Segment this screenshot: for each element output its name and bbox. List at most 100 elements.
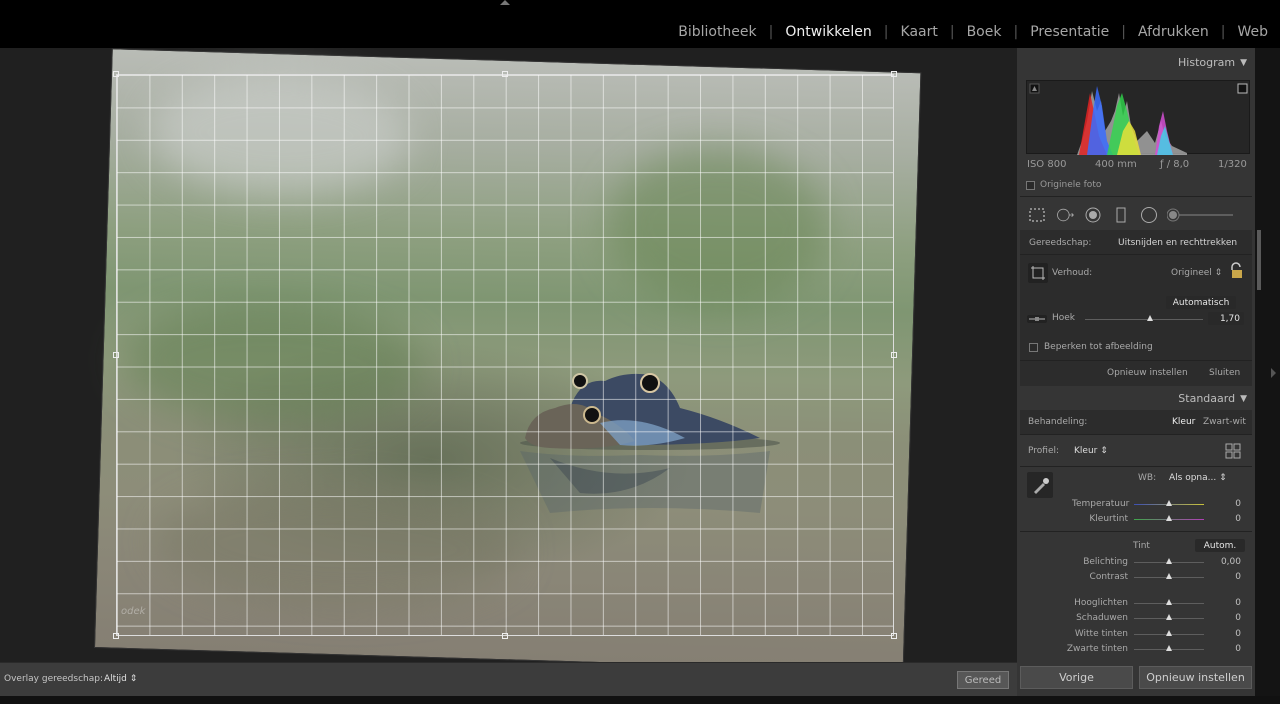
crop-handle-ml[interactable] [113,352,119,358]
highlight-clip-icon[interactable] [1237,83,1248,94]
crop-handle-tr[interactable] [891,71,897,77]
module-map[interactable]: Kaart [889,24,950,40]
graduated-filter-icon[interactable] [1111,205,1131,225]
module-library[interactable]: Bibliotheek [666,24,768,40]
angle-slider[interactable] [1085,319,1203,320]
crop-handle-br[interactable] [891,633,897,639]
radial-filter-icon[interactable] [1139,205,1159,225]
treatment-bw[interactable]: Zwart-wit [1203,417,1246,427]
temp-slider-thumb[interactable] [1166,500,1172,506]
done-button[interactable]: Gereed [957,671,1009,689]
right-panel-toggle-icon[interactable] [1271,368,1276,378]
whites-value[interactable]: 0 [1201,629,1241,639]
basic-header[interactable]: Standaard ▼ [1178,392,1247,405]
blacks-label: Zwarte tinten [1066,644,1128,654]
right-panel: Histogram ▼ ISO 800 400 mm ƒ / 8,0 1/320… [1017,48,1255,696]
temp-label: Temperatuur [1072,499,1130,509]
tint-value[interactable]: 0 [1201,514,1241,524]
level-tool-icon[interactable] [1026,310,1048,332]
wb-eyedropper-icon[interactable] [1026,471,1054,503]
contrast-label: Contrast [1089,572,1128,582]
original-photo-checkbox[interactable] [1026,180,1035,190]
crop-frame-icon[interactable] [1027,262,1049,288]
spot-removal-icon[interactable] [1055,205,1075,225]
module-print[interactable]: Afdrukken [1126,24,1221,40]
crop-close-button[interactable]: Sluiten [1209,368,1240,378]
shadows-slider-thumb[interactable] [1166,614,1172,620]
module-picker: Bibliotheek | Ontwikkelen | Kaart | Boek… [0,0,1280,48]
crop-handle-tl[interactable] [113,71,119,77]
whites-slider-thumb[interactable] [1166,630,1172,636]
histogram-graph [1029,83,1248,155]
image-canvas: odek [0,48,1017,662]
profile-browser-icon[interactable] [1225,443,1241,463]
updown-icon: ⇕ [1100,446,1108,456]
updown-icon: ⇕ [1219,473,1227,483]
module-develop[interactable]: Ontwikkelen [773,24,883,40]
crop-handle-bc[interactable] [502,633,508,639]
crop-handle-bl[interactable] [113,633,119,639]
highlights-value[interactable]: 0 [1201,598,1241,608]
red-eye-icon[interactable] [1083,205,1103,225]
highlights-slider-thumb[interactable] [1166,599,1172,605]
wb-label: WB: [1138,473,1157,483]
exposure-label: Belichting [1083,557,1128,567]
angle-label: Hoek [1052,313,1076,323]
tint-slider-thumb[interactable] [1166,515,1172,521]
adjustment-brush-icon[interactable] [1167,205,1237,225]
shadows-value[interactable]: 0 [1201,613,1241,623]
module-slideshow[interactable]: Presentatie [1018,24,1121,40]
blacks-value[interactable]: 0 [1201,644,1241,654]
updown-icon: ⇕ [129,674,138,684]
angle-slider-thumb[interactable] [1146,315,1153,321]
toolbar: Overlay gereedschap: Altijd ⇕ Gereed [0,662,1017,696]
histogram-focal: 400 mm [1095,159,1137,170]
module-book[interactable]: Boek [955,24,1014,40]
histogram[interactable] [1026,80,1250,155]
constrain-checkbox[interactable] [1029,343,1038,352]
crop-handle-tc[interactable] [502,71,508,77]
histogram-iso: ISO 800 [1027,159,1067,170]
crop-reset-button[interactable]: Opnieuw instellen [1107,368,1188,378]
exposure-value[interactable]: 0,00 [1201,557,1241,567]
treatment-color[interactable]: Kleur [1172,417,1195,427]
original-photo-toggle[interactable]: Originele foto [1026,180,1101,190]
angle-value[interactable]: 1,70 [1208,312,1244,325]
tool-label: Gereedschap: [1029,238,1092,248]
treatment-label: Behandeling: [1028,417,1088,427]
overlay-label: Overlay gereedschap: [4,674,103,684]
module-nav: Bibliotheek | Ontwikkelen | Kaart | Boek… [666,22,1280,42]
aspect-label: Verhoud: [1052,268,1093,278]
collapse-triangle-icon: ▼ [1240,57,1247,68]
tool-strip [1027,204,1247,226]
shadows-label: Schaduwen [1076,613,1128,623]
lock-icon[interactable] [1227,262,1245,284]
aspect-select[interactable]: Origineel ⇕ [1171,268,1222,278]
previous-button[interactable]: Vorige [1020,666,1133,689]
contrast-value[interactable]: 0 [1201,572,1241,582]
exposure-slider-thumb[interactable] [1166,558,1172,564]
profile-select[interactable]: Kleur ⇕ [1074,446,1108,456]
blacks-slider-thumb[interactable] [1166,645,1172,651]
crop-tool-icon[interactable] [1027,205,1047,225]
reset-button[interactable]: Opnieuw instellen [1139,666,1252,689]
crop-handle-mr[interactable] [891,352,897,358]
auto-straighten-button[interactable]: Automatisch [1166,296,1236,309]
histogram-header[interactable]: Histogram ▼ [1178,56,1247,69]
tone-auto-button[interactable]: Autom. [1195,539,1245,552]
histogram-aperture: ƒ / 8,0 [1160,159,1190,170]
tool-name: Uitsnijden en rechttrekken [1118,238,1238,248]
panel-toggle-arrow-icon[interactable] [500,0,510,5]
wb-select[interactable]: Als opna... ⇕ [1169,473,1227,483]
highlights-label: Hooglichten [1074,598,1128,608]
overlay-select[interactable]: Altijd ⇕ [104,674,137,684]
contrast-slider-thumb[interactable] [1166,573,1172,579]
temp-value[interactable]: 0 [1201,499,1241,509]
module-web[interactable]: Web [1225,24,1280,40]
constrain-label: Beperken tot afbeelding [1044,342,1153,352]
histogram-shutter: 1/320 [1218,159,1247,170]
panel-scrollbar[interactable] [1257,230,1261,290]
crop-overlay-grid[interactable]: odek [116,74,894,636]
tone-label: Tint [1133,541,1150,551]
whites-label: Witte tinten [1074,629,1128,639]
